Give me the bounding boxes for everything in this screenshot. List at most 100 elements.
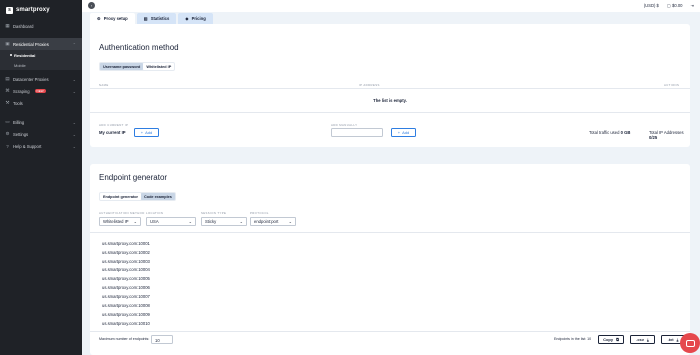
sidebar-item-label: Billing (13, 119, 25, 125)
tab-pricing[interactable]: ◆ Pricing (178, 13, 213, 24)
sidebar-item-label: Tools (13, 100, 23, 106)
sidebar-nav: ▦ Dashboard ▣ Residential Proxies ⌃ Resi… (0, 20, 82, 152)
add-current-ip-button[interactable]: + Add (134, 128, 159, 137)
endpoint-generator-option[interactable]: Endpoint generator (100, 193, 142, 200)
sidebar-item-label: Help & Support (13, 143, 42, 149)
chevron-down-icon: ⌄ (72, 143, 76, 149)
sidebar-item-settings[interactable]: ⚙ Settings ⌄ (0, 128, 82, 140)
sidebar-subitem-residential[interactable]: Residential (0, 50, 82, 60)
grid-icon: ▦ (5, 23, 10, 28)
location-select[interactable]: USA ⌄ (146, 217, 196, 226)
currency-selector[interactable]: (USD) $ (644, 3, 659, 8)
tag-icon: ◆ (185, 16, 189, 21)
sidebar-item-billing[interactable]: ▭ Billing ⌄ (0, 116, 82, 128)
list-item: us.smartproxy.com:10006 (102, 285, 150, 291)
total-traffic: Total traffic used 0 GB (589, 130, 630, 135)
list-item: us.smartproxy.com:10003 (102, 258, 150, 264)
divider (90, 88, 690, 89)
divider (90, 232, 690, 233)
endpoint-list: us.smartproxy.com:10001 us.smartproxy.co… (102, 239, 150, 327)
datacenter-icon: ▤ (5, 76, 10, 81)
billing-icon: ▭ (5, 119, 10, 124)
collapse-sidebar-button[interactable]: ‹ (88, 2, 95, 9)
list-item: us.smartproxy.com:10008 (102, 302, 150, 308)
button-label: Add (145, 130, 153, 135)
settings-icon: ⚙ (97, 16, 101, 21)
sidebar-item-label: Settings (13, 131, 29, 137)
brand-name: smartproxy (16, 7, 50, 13)
sidebar-item-scraping[interactable]: ⌘ Scraping NEW ⌄ (0, 85, 82, 97)
chevron-down-icon: ⌄ (72, 88, 76, 94)
topbar-right: (USD) $ ▢ $0.00 ⇥ (644, 3, 694, 8)
copy-icon: ⧉ (616, 337, 619, 342)
chevron-down-icon: ⌄ (72, 131, 76, 137)
new-badge: NEW (34, 89, 46, 93)
chat-support-button[interactable] (680, 333, 700, 353)
filter-label-protocol: PROTOCOL (250, 211, 269, 215)
select-value: Whitelisted IP (103, 219, 129, 224)
session-type-select[interactable]: Sticky ⌄ (201, 217, 247, 226)
protocol-select[interactable]: endpoint:port ⌄ (250, 217, 296, 226)
button-label: Copy (603, 337, 614, 342)
list-item: us.smartproxy.com:10010 (102, 320, 150, 326)
list-item: us.smartproxy.com:10002 (102, 249, 150, 255)
residential-icon: ▣ (5, 41, 10, 46)
divider (90, 331, 690, 332)
endpoint-mode-toggle: Endpoint generator Code examples (99, 192, 176, 201)
endpoints-count: Endpoints in the list: 10 (554, 337, 591, 341)
endpoint-title: Endpoint generator (99, 173, 168, 182)
balance-value: $0.00 (672, 3, 683, 8)
addresses-value: 0/25 (649, 135, 658, 140)
traffic-value: 0 GB (620, 130, 631, 135)
tab-proxy-setup[interactable]: ⚙ Proxy setup (90, 13, 135, 24)
add-manually-label: ADD MANUALLY (331, 123, 358, 127)
sidebar-item-tools[interactable]: ⚒ Tools (0, 97, 82, 109)
filter-label-location: LOCATION (146, 211, 164, 215)
total-ip-addresses: Total IP Addresses 0/25 (649, 130, 690, 140)
auth-method-select[interactable]: Whitelisted IP ⌄ (99, 217, 141, 226)
wallet-icon: ▢ (666, 3, 671, 8)
chevron-down-icon: ⌄ (288, 219, 292, 224)
auth-title: Authentication method (99, 43, 179, 52)
max-endpoints-input[interactable]: 10 (151, 335, 173, 344)
sidebar-item-help-support[interactable]: ? Help & Support ⌄ (0, 140, 82, 152)
username-password-option[interactable]: Username:password (100, 63, 144, 70)
select-value: endpoint:port (254, 219, 279, 224)
chevron-up-icon: ⌃ (72, 41, 76, 47)
chevron-down-icon: ⌄ (72, 119, 76, 125)
plus-icon: + (140, 130, 144, 135)
traffic-label: Total traffic used (589, 130, 620, 135)
tab-label: Proxy setup (103, 16, 128, 21)
button-label: .txt (667, 337, 674, 342)
max-endpoints-label: Maximum number of endpoints: (99, 337, 150, 341)
download-csv-button[interactable]: .csv ⤓ (630, 335, 655, 344)
sidebar-item-residential-proxies[interactable]: ▣ Residential Proxies ⌃ (0, 38, 82, 50)
button-label: Add (402, 130, 410, 135)
download-icon: ⤓ (676, 337, 679, 342)
code-examples-option[interactable]: Code examples (141, 193, 175, 200)
logout-icon[interactable]: ⇥ (690, 3, 694, 8)
sidebar-item-label: Residential Proxies (13, 41, 49, 47)
auth-method-toggle: Username:password Whitelisted IP (99, 62, 176, 71)
sidebar-item-datacenter-proxies[interactable]: ▤ Datacenter Proxies ⌄ (0, 73, 82, 85)
list-item: us.smartproxy.com:10001 (102, 240, 150, 246)
balance[interactable]: ▢ $0.00 (667, 3, 683, 8)
sidebar-item-label: Scraping (13, 88, 30, 94)
my-current-ip: My current IP (99, 130, 126, 135)
tools-icon: ⚒ (5, 100, 10, 105)
logo[interactable]: s smartproxy (6, 6, 50, 14)
sidebar-subitem-mobile[interactable]: Mobile (0, 60, 82, 70)
button-label: .csv (636, 337, 644, 342)
endpoint-generator-card: Endpoint generator Endpoint generator Co… (90, 164, 690, 355)
column-actions: ACTIONS (664, 83, 680, 87)
authentication-card: Authentication method Username:password … (90, 24, 690, 147)
sidebar-item-label: Dashboard (13, 23, 34, 29)
add-manual-ip-button[interactable]: + Add (391, 128, 416, 137)
count-value: 10 (587, 337, 592, 341)
copy-button[interactable]: Copy ⧉ (598, 335, 624, 344)
whitelisted-ip-option[interactable]: Whitelisted IP (143, 63, 175, 70)
sidebar-item-dashboard[interactable]: ▦ Dashboard (0, 20, 82, 32)
sidebar: s smartproxy ▦ Dashboard ▣ Residential P… (0, 0, 82, 355)
ip-address-input[interactable] (331, 128, 383, 137)
tab-statistics[interactable]: ▥ Statistics (136, 13, 177, 24)
